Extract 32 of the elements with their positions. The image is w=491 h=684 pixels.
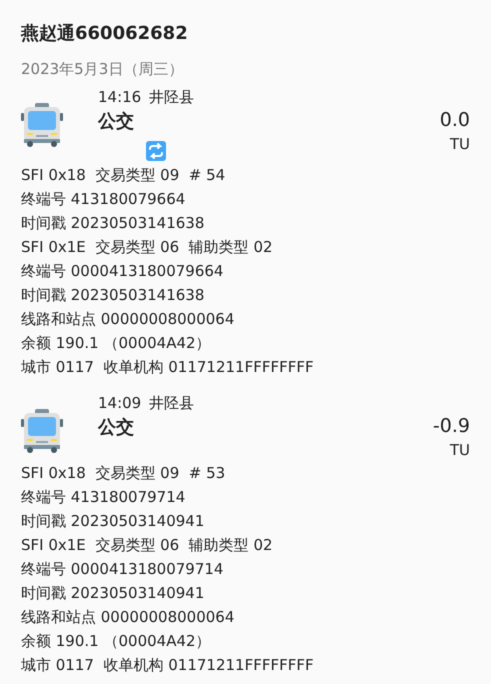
detail-line: 城市 0117 收单机构 01171211FFFFFFFF — [21, 357, 315, 378]
detail-line: 线路和站点 00000008000064 — [21, 309, 236, 330]
card-title: 燕赵通660062682 — [21, 22, 189, 46]
date-header: 2023年5月3日（周三） — [21, 59, 184, 80]
amount-unit: TU — [450, 440, 470, 461]
detail-line: 城市 0117 收单机构 01171211FFFFFFFF — [21, 655, 315, 676]
amount-unit: TU — [450, 134, 470, 155]
trip-mode: 公交 — [98, 110, 135, 134]
detail-line: 终端号 413180079714 — [21, 487, 186, 508]
detail-line: 终端号 413180079664 — [21, 189, 186, 210]
detail-line: SFI 0x18 交易类型 09 # 54 — [21, 165, 226, 186]
trip-amount: 0.0 — [440, 108, 470, 133]
trip-place: 井陉县 — [149, 87, 194, 107]
detail-line: 时间戳 20230503141638 — [21, 285, 206, 306]
detail-line: 时间戳 20230503140941 — [21, 511, 206, 532]
detail-line: 余额 190.1 （00004A42） — [21, 631, 212, 652]
trip-place: 井陉县 — [149, 393, 194, 413]
trip-time: 14:09 — [98, 393, 142, 413]
trip-amount: -0.9 — [432, 414, 470, 439]
detail-line: 余额 190.1 （00004A42） — [21, 333, 212, 354]
bus-icon — [21, 409, 63, 453]
bus-icon — [21, 103, 63, 147]
detail-line: SFI 0x1E 交易类型 06 辅助类型 02 — [21, 535, 274, 556]
trip-time: 14:16 — [98, 87, 142, 107]
trip-mode: 公交 — [98, 416, 135, 440]
detail-line: 终端号 0000413180079664 — [21, 261, 224, 282]
detail-line: SFI 0x1E 交易类型 06 辅助类型 02 — [21, 237, 274, 258]
detail-line: 终端号 0000413180079714 — [21, 559, 224, 580]
detail-line: SFI 0x18 交易类型 09 # 53 — [21, 463, 226, 484]
detail-line: 线路和站点 00000008000064 — [21, 607, 236, 628]
detail-line: 时间戳 20230503140941 — [21, 583, 206, 604]
detail-line: 时间戳 20230503141638 — [21, 213, 206, 234]
